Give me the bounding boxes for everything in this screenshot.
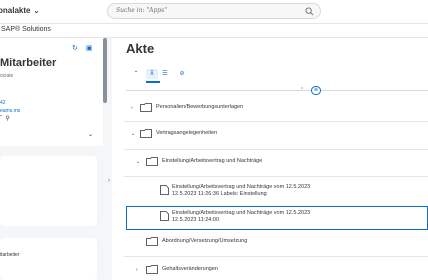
active-tab-indicator — [146, 81, 160, 83]
folder-icon — [146, 265, 158, 274]
sub-header: SAP® Solutions — [0, 24, 428, 38]
tree-row-personalien[interactable]: › Personalien/Bewerbungsunterlagen — [124, 103, 428, 119]
folder-icon — [146, 237, 158, 246]
divider-dots: ⌃ — [300, 87, 306, 93]
row-separator — [124, 121, 428, 122]
employee-phone-link[interactable]: 42 — [0, 100, 6, 106]
tree-label: Gehaltsveränderungen — [162, 266, 218, 272]
splitter-expand-icon[interactable]: › — [108, 178, 110, 184]
search-placeholder: Suche in: "Apps" — [116, 7, 167, 14]
document-icon — [160, 185, 169, 195]
document-meta: 12.5.2023 11:26:36 Labels: Einstellung — [172, 191, 267, 197]
tree-view-icon[interactable]: ⊼ — [146, 69, 158, 79]
row-separator — [124, 149, 428, 150]
tree-label: Vertragsangelegenheiten — [156, 130, 218, 136]
page-title: Akte — [126, 41, 155, 56]
document-row-selected[interactable]: Einstellung/Arbeitsvertrag und Nachträge… — [124, 208, 428, 230]
employee-role: ociate — [0, 73, 14, 79]
document-title: Einstellung/Arbeitsvertrag und Nachträge… — [172, 210, 311, 216]
employee-header: ↻ ▣ Mitarbeiter ociate 42 eams.ms ˇ ⚲ ⌄ — [0, 38, 103, 146]
pin-icon[interactable]: ⚲ — [5, 116, 9, 122]
row-separator — [124, 256, 428, 257]
employee-teams-link[interactable]: eams.ms — [0, 108, 20, 114]
folder-icon — [140, 103, 152, 112]
folder-icon[interactable]: ▣ — [86, 45, 93, 52]
app-title: onalakte — [0, 6, 31, 15]
collapse-header-icon[interactable]: ⌄ — [88, 131, 93, 138]
expand-icon[interactable]: › — [131, 105, 133, 111]
expand-icon[interactable]: › — [136, 267, 138, 273]
org-name: SAP® Solutions — [1, 26, 51, 33]
document-title: Einstellung/Arbeitsvertrag und Nachträge… — [172, 184, 311, 190]
link-icon[interactable]: ⊘ — [176, 69, 188, 79]
app-title-menu[interactable]: onalakte ⌄ — [0, 6, 39, 15]
tree-row-vertrag[interactable]: ⌄ Vertragsangelegenheiten — [124, 129, 428, 145]
tree-row-abordnung[interactable]: Abordnung/Versetzung/Umsetzung — [124, 237, 428, 253]
pin-header-button[interactable]: ⊕ — [311, 86, 321, 95]
document-row[interactable]: Einstellung/Arbeitsvertrag und Nachträge… — [124, 182, 428, 204]
left-scrollbar[interactable] — [103, 38, 107, 103]
card-label: itarbeiter — [0, 252, 20, 258]
employee-pane: ↻ ▣ Mitarbeiter ociate 42 eams.ms ˇ ⚲ ⌄ i… — [0, 38, 108, 280]
tree-label: Personalien/Bewerbungsunterlagen — [156, 104, 244, 110]
tree-row-gehalt[interactable]: › Gehaltsveränderungen — [124, 265, 428, 280]
refresh-icon[interactable]: ↻ — [72, 45, 78, 52]
collapse-icon[interactable]: ⌄ — [136, 159, 140, 165]
info-card — [0, 156, 97, 226]
file-pane: Akte ⌃ ⊼ ☰ ⊘ ⌃ ⊕ › Personalien/Bewerbung… — [112, 38, 428, 280]
info-card-employee: itarbeiter — [0, 238, 97, 280]
folder-icon — [140, 129, 152, 138]
document-icon — [160, 211, 169, 221]
header-actions: ↻ ▣ — [72, 44, 101, 52]
search-icon[interactable] — [305, 7, 314, 16]
search-input[interactable]: Suche in: "Apps" — [107, 3, 321, 19]
header-divider — [126, 90, 428, 91]
collapse-all-icon[interactable]: ⌃ — [130, 69, 142, 79]
tree-label: Einstellung/Arbeitsvertrag und Nachträge — [162, 158, 263, 164]
sort-icon[interactable]: ˇ — [0, 116, 2, 122]
shell-bar: onalakte ⌄ Suche in: "Apps" — [0, 0, 428, 24]
document-meta: 12.5.2023 11:24:00 — [172, 217, 219, 223]
list-view-icon[interactable]: ☰ — [159, 69, 171, 79]
tree-label: Abordnung/Versetzung/Umsetzung — [162, 238, 248, 244]
folder-icon — [146, 157, 158, 166]
tree-row-einstellung[interactable]: ⌄ Einstellung/Arbeitsvertrag und Nachträ… — [124, 157, 428, 173]
row-separator — [124, 176, 428, 177]
chevron-down-icon: ⌄ — [33, 8, 40, 15]
collapse-icon[interactable]: ⌄ — [131, 131, 135, 137]
employee-name: Mitarbeiter — [0, 57, 57, 69]
employee-actions: ˇ ⚲ — [0, 115, 10, 122]
